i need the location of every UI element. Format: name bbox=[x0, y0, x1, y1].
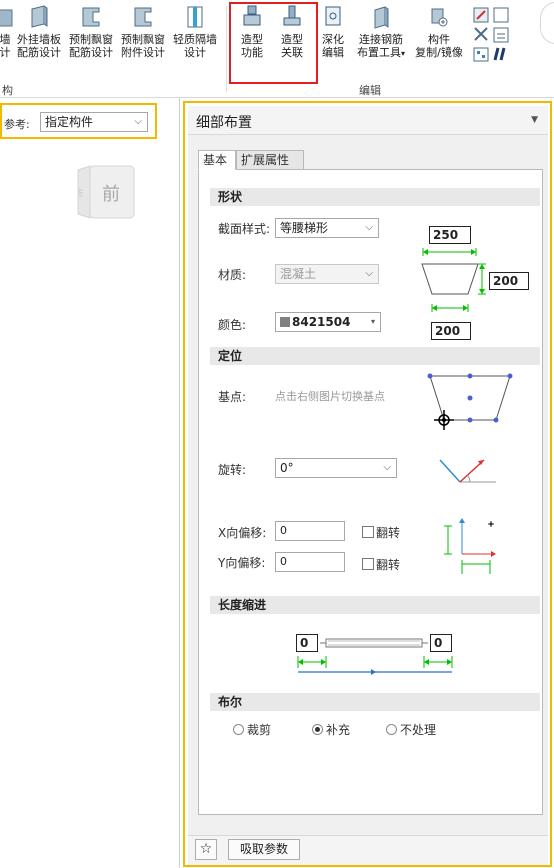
chevron-down-icon: ⌵ bbox=[134, 116, 142, 127]
light-partition-button[interactable]: 轻质隔墙 设计 bbox=[170, 4, 220, 59]
bay-window-accessory-button[interactable]: 预制飘窗 附件设计 bbox=[118, 4, 168, 59]
ribbon-group-label: 构 bbox=[2, 84, 13, 97]
detail-panel-highlight bbox=[183, 101, 552, 867]
small-tool-icons[interactable] bbox=[472, 6, 512, 64]
rebar-tool-button[interactable]: 连接钢筋 布置工具▾ bbox=[352, 4, 410, 60]
component-copy-button[interactable]: 构件 复制/镜像 bbox=[412, 4, 466, 59]
bay-window-icon bbox=[134, 7, 152, 27]
button-label: 附件设计 bbox=[121, 46, 165, 59]
partition-icon bbox=[187, 6, 203, 28]
reference-label: 参考: bbox=[4, 118, 30, 131]
button-label: 预制飘窗 bbox=[69, 33, 113, 46]
assistant-bubble[interactable] bbox=[540, 2, 554, 44]
button-label: 复制/镜像 bbox=[415, 46, 463, 59]
button-label: 配筋设计 bbox=[17, 46, 61, 59]
button-label: 构件 bbox=[428, 33, 450, 46]
button-label: 深化 bbox=[322, 33, 344, 46]
ribbon-group-label: 编辑 bbox=[359, 84, 381, 97]
reference-bar: 参考: 指定构件 ⌵ bbox=[0, 103, 157, 139]
bay-window-rebar-button[interactable]: 预制飘窗 配筋设计 bbox=[66, 4, 116, 59]
deepen-edit-icon bbox=[325, 6, 341, 26]
tab-basic[interactable]: 基本 bbox=[198, 150, 236, 170]
button-label: 轻质隔墙 bbox=[173, 33, 217, 46]
view-cube-front-label: 前 bbox=[102, 184, 120, 205]
view-cube-side-label: 左 bbox=[77, 189, 84, 199]
button-label: 外挂墙板 bbox=[17, 33, 61, 46]
ribbon-separator bbox=[226, 6, 227, 92]
external-wall-panel-button[interactable]: 外挂墙板 配筋设计 bbox=[14, 4, 64, 59]
ribbon-toolbar: 墙 计 外挂墙板 配筋设计 预制飘窗 配筋设计 预制飘窗 附件设计 轻质隔墙 设… bbox=[0, 0, 554, 98]
rebar-icon bbox=[374, 6, 389, 29]
button-label: 布置工具 bbox=[356, 46, 401, 59]
button-label: 编辑 bbox=[322, 46, 344, 59]
copy-icon bbox=[431, 8, 448, 27]
deepen-edit-button[interactable]: 深化 编辑 bbox=[318, 4, 348, 59]
reference-select[interactable]: 指定构件 ⌵ bbox=[40, 112, 148, 132]
button-label: 配筋设计 bbox=[69, 46, 113, 59]
button-label: 设计 bbox=[184, 46, 206, 59]
shape-group-highlight bbox=[229, 2, 318, 84]
bay-window-icon bbox=[82, 7, 100, 27]
reference-value: 指定构件 bbox=[45, 115, 94, 129]
button-label: 预制飘窗 bbox=[121, 33, 165, 46]
button-label: 连接钢筋 bbox=[359, 33, 403, 46]
dropdown-arrow-icon: ▾ bbox=[400, 49, 405, 58]
wall-panel-icon bbox=[31, 5, 48, 28]
